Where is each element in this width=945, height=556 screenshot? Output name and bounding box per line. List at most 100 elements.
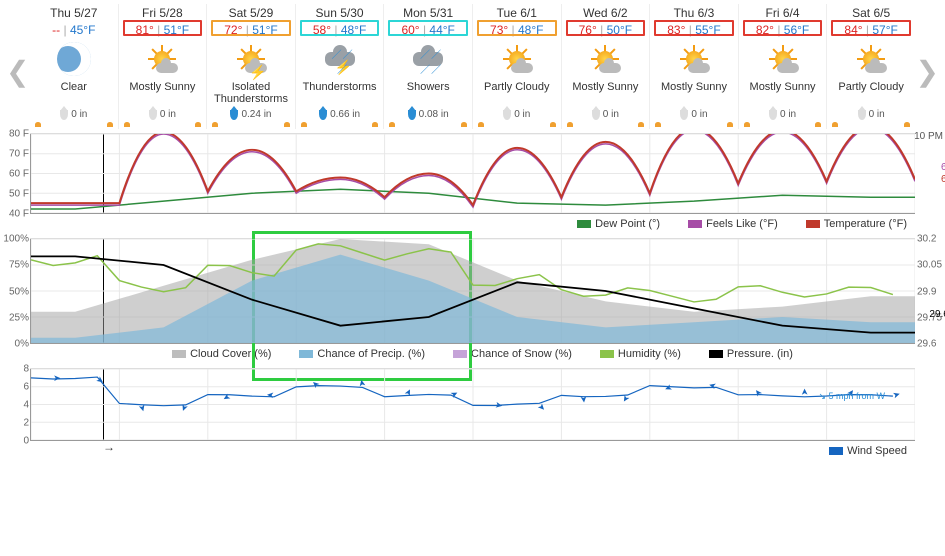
day-temps: 81° | 51°F — [120, 23, 206, 37]
legend-item[interactable]: Chance of Snow (%) — [439, 348, 572, 360]
precip-amount: 0.24 in — [208, 109, 294, 120]
day-column[interactable]: Fri 5/28 81° | 51°F Mostly Sunny 0 in — [118, 4, 207, 129]
precip-chart: 0%25%50%75%100% 29.629.7529.930.0530.2 4… — [30, 238, 915, 366]
day-temps: -- | 45°F — [31, 23, 117, 37]
raindrop-icon — [503, 110, 511, 120]
legend-item[interactable]: Wind Speed — [815, 445, 907, 457]
legend-item[interactable]: Cloud Cover (%) — [158, 348, 271, 360]
precip-amount: 0.66 in — [297, 109, 383, 120]
precip-amount: 0 in — [31, 109, 117, 120]
condition-text: Mostly Sunny — [740, 81, 826, 107]
precip-amount: 0 in — [651, 109, 737, 120]
legend-item[interactable]: Dew Point (°) — [563, 218, 660, 230]
day-label: Wed 6/2 — [563, 6, 649, 20]
day-label: Tue 6/1 — [474, 6, 560, 20]
weather-icon — [651, 39, 737, 79]
legend-item[interactable]: Temperature (°F) — [792, 218, 907, 230]
weather-icon: ⚡／／／ — [297, 39, 383, 79]
precip-amount: 0 in — [828, 109, 914, 120]
temperature-legend: Dew Point (°) Feels Like (°F) Temperature … — [30, 214, 915, 236]
sun-moon-row — [651, 122, 737, 127]
day-column[interactable]: Thu 6/3 83° | 55°F Mostly Sunny 0 in — [649, 4, 738, 129]
day-label: Thu 5/27 — [31, 6, 117, 20]
day-column[interactable]: Thu 5/27 -- | 45°F Clear 0 in — [30, 4, 118, 129]
svg-text:➤: ➤ — [94, 374, 107, 387]
day-temps: 84° | 57°F — [828, 23, 914, 37]
weather-icon — [474, 39, 560, 79]
time-label: 10 PM — [914, 131, 943, 142]
sun-moon-row — [31, 122, 117, 127]
raindrop-icon — [592, 110, 600, 120]
sun-moon-row — [563, 122, 649, 127]
day-column[interactable]: Sat 5/29 72° | 51°F ⚡ Isolated Thunderst… — [206, 4, 295, 129]
next-arrow[interactable]: ❯ — [916, 55, 939, 88]
sun-moon-row — [828, 122, 914, 127]
series-end-label: 29.66 in — [929, 309, 945, 320]
sun-moon-row — [385, 122, 471, 127]
sun-moon-row — [474, 122, 560, 127]
legend-item[interactable]: Humidity (%) — [586, 348, 681, 360]
series-end-label: 68 °F — [941, 174, 945, 185]
prev-arrow[interactable]: ❮ — [6, 55, 29, 88]
svg-text:➤: ➤ — [356, 378, 367, 388]
svg-text:➤: ➤ — [220, 391, 232, 404]
precip-amount: 0 in — [563, 109, 649, 120]
raindrop-icon — [769, 110, 777, 120]
condition-text: Partly Cloudy — [828, 81, 914, 107]
day-temps: 76° | 50°F — [563, 23, 649, 37]
raindrop-icon — [680, 110, 688, 120]
weather-icon: ／／／／ — [385, 39, 471, 79]
day-column[interactable]: Fri 6/4 82° | 56°F Mostly Sunny 0 in — [738, 4, 827, 129]
condition-text: Isolated Thunderstorms — [208, 81, 294, 107]
day-temps: 73° | 48°F — [474, 23, 560, 37]
legend-item[interactable]: Feels Like (°F) — [674, 218, 778, 230]
day-temps: 82° | 56°F — [740, 23, 826, 37]
raindrop-icon — [319, 110, 327, 120]
wind-end-label: ↘ 5 mph from W — [818, 391, 885, 402]
legend-item[interactable]: Pressure. (in) — [695, 348, 793, 360]
svg-text:➤: ➤ — [663, 382, 674, 394]
sun-moon-row — [297, 122, 383, 127]
sun-moon-row — [208, 122, 294, 127]
condition-text: Clear — [31, 81, 117, 107]
wind-chart: 02468 → ➤➤➤➤➤➤➤➤➤➤➤➤➤➤➤➤➤➤➤➤↘ 5 mph from… — [30, 368, 915, 463]
day-column[interactable]: Wed 6/2 76° | 50°F Mostly Sunny 0 in — [561, 4, 650, 129]
svg-text:➤: ➤ — [751, 386, 764, 398]
svg-text:➤: ➤ — [578, 395, 589, 404]
forecast-days: Thu 5/27 -- | 45°F Clear 0 in Fri 5/28 8… — [30, 4, 915, 129]
raindrop-icon — [408, 110, 416, 120]
raindrop-icon — [149, 110, 157, 120]
day-label: Sun 5/30 — [297, 6, 383, 20]
day-temps: 60° | 44°F — [385, 23, 471, 37]
weather-icon: ⚡ — [208, 39, 294, 79]
raindrop-icon — [60, 110, 68, 120]
raindrop-icon — [858, 110, 866, 120]
condition-text: Mostly Sunny — [563, 81, 649, 107]
svg-text:➤: ➤ — [266, 390, 275, 401]
sun-moon-row — [740, 122, 826, 127]
day-label: Fri 6/4 — [740, 6, 826, 20]
day-column[interactable]: Sun 5/30 58° | 48°F ⚡／／／ Thunderstorms 0… — [295, 4, 384, 129]
svg-text:➤: ➤ — [799, 388, 809, 396]
day-column[interactable]: Sat 6/5 84° | 57°F Partly Cloudy 0 in — [826, 4, 915, 129]
temperature-chart: 40 F50 F60 F70 F80 F 68 °F68 °F48 ° Dew … — [30, 133, 915, 236]
weather-icon — [740, 39, 826, 79]
day-column[interactable]: Mon 5/31 60° | 44°F ／／／／ Showers 0.08 in — [383, 4, 472, 129]
precip-amount: 0.08 in — [385, 109, 471, 120]
wind-dir-arrow: → — [103, 440, 115, 454]
day-label: Sat 5/29 — [208, 6, 294, 20]
day-label: Mon 5/31 — [385, 6, 471, 20]
svg-text:➤: ➤ — [309, 378, 322, 391]
precip-legend: Cloud Cover (%) Chance of Precip. (%) Chan… — [30, 344, 915, 366]
precip-amount: 0 in — [474, 109, 560, 120]
precip-amount: 0 in — [740, 109, 826, 120]
sun-moon-row — [120, 122, 206, 127]
weather-icon — [31, 39, 117, 79]
svg-text:➤: ➤ — [494, 400, 504, 411]
svg-text:➤: ➤ — [707, 380, 717, 392]
day-label: Fri 5/28 — [120, 6, 206, 20]
legend-item[interactable]: Chance of Precip. (%) — [285, 348, 425, 360]
day-temps: 58° | 48°F — [297, 23, 383, 37]
condition-text: Partly Cloudy — [474, 81, 560, 107]
day-column[interactable]: Tue 6/1 73° | 48°F Partly Cloudy 0 in — [472, 4, 561, 129]
